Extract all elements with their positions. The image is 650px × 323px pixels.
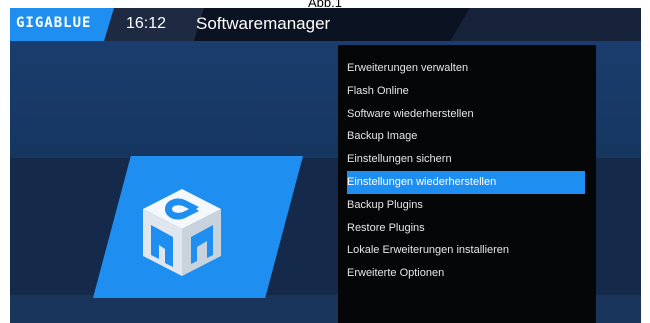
menu-item[interactable]: Backup Plugins xyxy=(338,194,596,217)
menu-item[interactable]: Restore Plugins xyxy=(338,217,596,240)
menu-item[interactable]: Flash Online xyxy=(338,80,596,103)
menu-item[interactable]: Lokale Erweiterungen installieren xyxy=(338,239,596,262)
menu-panel: Erweiterungen verwalten Flash Online Softw… xyxy=(338,45,596,323)
top-bar-right-panel xyxy=(450,8,641,41)
brand-logo: GIGABLUE xyxy=(16,15,92,31)
menu-item[interactable]: Einstellungen wiederherstellen xyxy=(347,170,585,194)
logo-band: GIGABLUE xyxy=(10,8,115,41)
menu-item[interactable]: Einstellungen sichern xyxy=(338,148,596,171)
menu-item[interactable]: Software wiederherstellen xyxy=(338,103,596,126)
menu-list: Erweiterungen verwalten Flash Online Softw… xyxy=(338,57,596,285)
clock: 16:12 xyxy=(126,15,167,32)
menu-item[interactable]: Erweiterungen verwalten xyxy=(338,57,596,80)
top-bar: GIGABLUE 16:12 Softwaremanager xyxy=(10,8,641,41)
menu-item[interactable]: Backup Image xyxy=(338,125,596,148)
software-cube-icon xyxy=(143,189,221,276)
page-title: Softwaremanager xyxy=(196,14,331,33)
tv-screen: GIGABLUE 16:12 Softwaremanager Erweiteru… xyxy=(10,8,641,323)
menu-item[interactable]: Erweiterte Optionen xyxy=(338,262,596,285)
